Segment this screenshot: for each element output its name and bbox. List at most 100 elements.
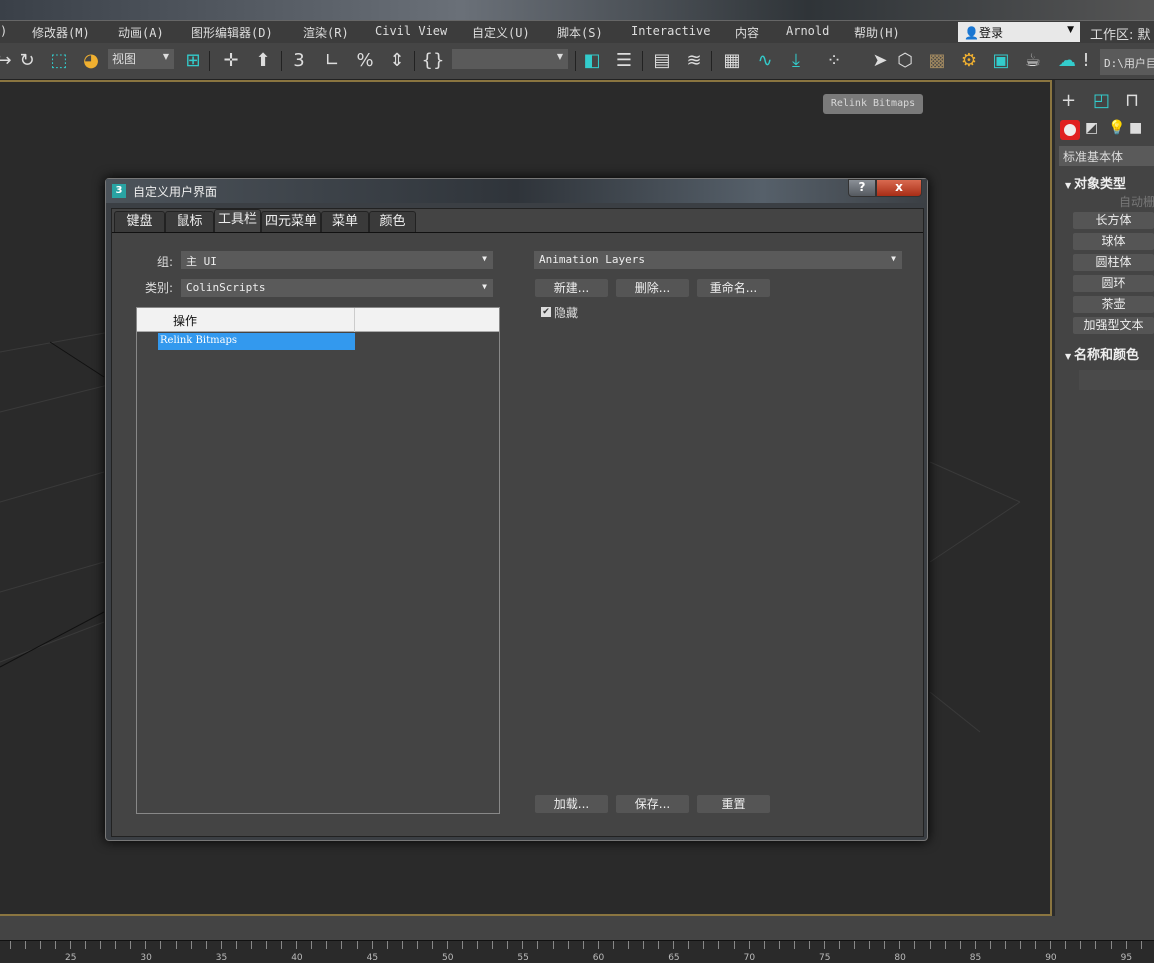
menu-animation[interactable]: 动画(A) [118,24,164,41]
object-type-rollout[interactable]: ▼ 对象类型 [1065,173,1126,192]
layer-explorer-icon[interactable]: ≋ [682,49,706,73]
menu-help[interactable]: 帮助(H) [854,24,900,41]
ruler-tick [537,941,539,949]
ruler-tick [386,941,388,949]
box-button[interactable]: 长方体 [1073,212,1154,229]
load-button[interactable]: 加载... [535,795,608,813]
ruler-tick [944,941,946,949]
reference-coord-dropdown[interactable]: 视图 ▼ [108,49,174,69]
menu-civil-view[interactable]: Civil View [375,24,447,38]
material-editor-icon[interactable]: ▩ [925,49,949,73]
delete-button[interactable]: 删除... [616,279,689,297]
render-cloud-icon[interactable]: ☁ [1055,49,1079,73]
tab-toolbars[interactable]: 工具栏 [214,209,261,233]
geometry-icon[interactable] [1060,120,1080,140]
torus-button[interactable]: 圆环 [1073,275,1154,292]
named-selection-dropdown[interactable]: ▼ [452,49,568,69]
manipulate-icon[interactable]: ⬆ [251,49,275,73]
ruler-tick [869,941,871,949]
menu-interactive[interactable]: Interactive [631,24,710,38]
hide-checkbox[interactable]: ✔ [541,307,551,317]
menu-modifiers[interactable]: 修改器(M) [32,24,90,41]
menu-scripting[interactable]: 脚本(S) [557,24,603,41]
teapot-button[interactable]: 茶壶 [1073,296,1154,313]
name-field[interactable] [1079,370,1154,390]
tab-quads[interactable]: 四元菜单 [261,211,321,233]
list-item[interactable]: Relink Bitmaps [158,333,355,350]
menu-arnold[interactable]: Arnold [786,24,829,38]
hierarchy-tab-icon[interactable]: ⊓ [1125,90,1139,111]
category-dropdown[interactable]: 标准基本体 [1059,146,1154,166]
align-icon[interactable]: ☰ [612,49,636,73]
snap-3d-icon[interactable]: 3 [287,49,311,73]
lights-icon[interactable]: 💡 [1108,120,1125,136]
create-tab-icon[interactable]: + [1061,90,1076,111]
tab-menus[interactable]: 菜单 [321,211,369,233]
cameras-icon[interactable]: ■ [1129,120,1142,136]
name-color-rollout[interactable]: ▼ 名称和颜色 [1065,344,1139,363]
project-path-field[interactable]: D:\用户目 [1100,49,1154,75]
new-button[interactable]: 新建... [535,279,608,297]
tab-mouse[interactable]: 鼠标 [165,211,214,233]
selection-filter-icon[interactable]: ◕ [79,49,103,73]
toggle-ribbon-icon[interactable]: ▦ [720,49,744,73]
command-panel: + ◰ ⊓ ◩ 💡 ■ 标准基本体 ▼ 对象类型 自动栅 长方体 球体 圆柱体 … [1055,80,1154,916]
dope-sheet-icon[interactable]: ⤓ [784,49,808,73]
cylinder-button[interactable]: 圆柱体 [1073,254,1154,271]
time-ruler[interactable]: 25 30 35 40 45 50 55 60 65 70 75 80 85 90 95 [0,940,1154,963]
rendered-frame-icon[interactable]: ▣ [989,49,1013,73]
ruler-tick [854,941,856,949]
rename-button[interactable]: 重命名... [697,279,770,297]
tab-keyboard[interactable]: 键盘 [114,211,165,233]
help-button[interactable]: ? [848,179,876,197]
ruler-tick [567,941,569,949]
angle-snap-icon[interactable]: ∟ [320,49,344,73]
workspace-label[interactable]: 工作区: 默 [1090,24,1151,43]
cursor-icon[interactable]: ➤ [868,49,892,73]
dialog-titlebar[interactable]: 3 自定义用户界面 ? x [106,179,927,203]
edit-named-selection-icon[interactable]: {} [421,49,445,73]
tab-colors[interactable]: 颜色 [369,211,416,233]
toolbar-dropdown[interactable]: Animation Layers ▼ [534,251,902,269]
textplus-button[interactable]: 加强型文本 [1073,317,1154,334]
sphere-button[interactable]: 球体 [1073,233,1154,250]
menu-graph-editors[interactable]: 图形编辑器(D) [191,24,273,41]
action-list[interactable]: 操作 Relink Bitmaps [136,307,500,814]
menu-customize[interactable]: 自定义(U) [472,24,530,41]
group-dropdown[interactable]: 主 UI ▼ [181,251,493,269]
more-icon[interactable]: ! [1080,49,1092,73]
modify-tab-icon[interactable]: ◰ [1093,90,1110,111]
render-setup-icon[interactable]: ⚙ [957,49,981,73]
undo-icon[interactable]: ↪ [0,49,16,73]
close-button[interactable]: x [876,179,922,197]
category-dropdown[interactable]: ColinScripts ▼ [181,279,493,297]
relink-bitmaps-icon[interactable]: ⬡ [893,49,917,73]
menu-content[interactable]: 内容 [735,24,759,41]
separator [209,51,210,71]
ruler-tick [793,941,795,949]
menu-rendering[interactable]: 渲染(R) [303,24,349,41]
login-dropdown[interactable]: 👤登录 ▼ [958,22,1080,42]
percent-snap-icon[interactable]: % [353,49,377,73]
move-icon[interactable]: ✛ [219,49,243,73]
ruler-tick [205,941,207,949]
timeline-bar[interactable] [0,916,1154,940]
schematic-view-icon[interactable]: ⁘ [822,49,846,73]
shapes-icon[interactable]: ◩ [1085,120,1098,136]
auto-grid-checkbox[interactable]: 自动栅 [1119,193,1154,210]
select-region-icon[interactable]: ⬚ [47,49,71,73]
column-header-action[interactable]: 操作 [137,308,355,332]
menu-item[interactable]: ) [0,24,7,38]
mirror-icon[interactable]: ◧ [580,49,604,73]
ruler-tick [582,941,584,949]
ruler-tick [447,941,448,949]
render-icon[interactable]: ☕ [1021,49,1045,73]
curve-editor-icon[interactable]: ∿ [753,49,777,73]
spinner-snap-icon[interactable]: ⇕ [385,49,409,73]
pivot-icon[interactable]: ⊞ [181,49,205,73]
scene-explorer-icon[interactable]: ▤ [650,49,674,73]
redo-icon[interactable]: ↻ [15,49,39,73]
reset-button[interactable]: 重置 [697,795,770,813]
ruler-tick [884,941,886,949]
save-button[interactable]: 保存... [616,795,689,813]
